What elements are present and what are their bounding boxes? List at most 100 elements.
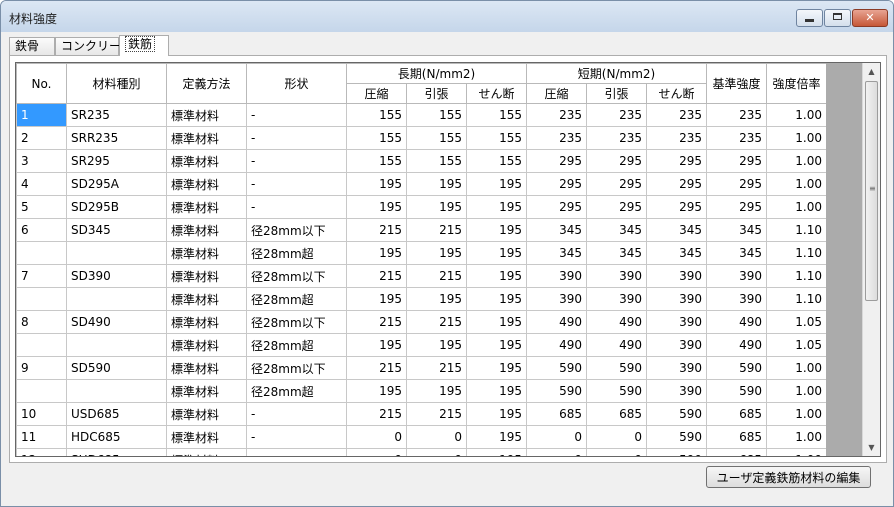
cell-short-shear[interactable]: 345 bbox=[646, 241, 707, 265]
cell-no[interactable]: 11 bbox=[16, 425, 67, 449]
cell-long-tension[interactable]: 215 bbox=[406, 310, 467, 334]
cell-no[interactable]: 10 bbox=[16, 402, 67, 426]
cell-long-compression[interactable]: 0 bbox=[346, 448, 407, 456]
cell-long-compression[interactable]: 195 bbox=[346, 241, 407, 265]
cell-short-shear[interactable]: 235 bbox=[646, 103, 707, 127]
cell-short-compression[interactable]: 0 bbox=[526, 425, 587, 449]
cell-short-tension[interactable]: 295 bbox=[586, 149, 647, 173]
cell-material[interactable] bbox=[66, 333, 167, 357]
cell-strength-ratio[interactable]: 1.10 bbox=[766, 241, 827, 265]
cell-no[interactable] bbox=[16, 333, 67, 357]
cell-shape[interactable]: - bbox=[246, 172, 347, 196]
cell-long-shear[interactable]: 195 bbox=[466, 264, 527, 288]
cell-long-tension[interactable]: 195 bbox=[406, 195, 467, 219]
header-short-compression[interactable]: 圧縮 bbox=[526, 83, 587, 104]
cell-no[interactable]: 9 bbox=[16, 356, 67, 380]
cell-short-tension[interactable]: 295 bbox=[586, 195, 647, 219]
cell-short-compression[interactable]: 590 bbox=[526, 356, 587, 380]
header-short-tension[interactable]: 引張 bbox=[586, 83, 647, 104]
cell-short-compression[interactable]: 295 bbox=[526, 149, 587, 173]
cell-long-shear[interactable]: 195 bbox=[466, 218, 527, 242]
cell-material[interactable]: SR295 bbox=[66, 149, 167, 173]
cell-base-strength[interactable]: 235 bbox=[706, 103, 767, 127]
close-button[interactable]: ✕ bbox=[852, 9, 888, 27]
cell-method[interactable]: 標準材料 bbox=[166, 310, 247, 334]
minimize-button[interactable] bbox=[796, 9, 823, 27]
cell-strength-ratio[interactable]: 1.00 bbox=[766, 149, 827, 173]
header-long-compression[interactable]: 圧縮 bbox=[346, 83, 407, 104]
cell-short-compression[interactable]: 590 bbox=[526, 379, 587, 403]
header-long-tension[interactable]: 引張 bbox=[406, 83, 467, 104]
cell-short-shear[interactable]: 590 bbox=[646, 448, 707, 456]
table-row[interactable]: 10 USD685 標準材料 -215 215 195 685 685 590 685 1.00 bbox=[16, 402, 827, 426]
cell-material[interactable]: SD590 bbox=[66, 356, 167, 380]
cell-shape[interactable]: 径28mm以下 bbox=[246, 264, 347, 288]
cell-long-shear[interactable]: 195 bbox=[466, 241, 527, 265]
header-short-shear[interactable]: せん断 bbox=[646, 83, 707, 104]
header-base-strength[interactable]: 基準強度 bbox=[706, 63, 767, 104]
cell-long-compression[interactable]: 155 bbox=[346, 149, 407, 173]
cell-long-tension[interactable]: 0 bbox=[406, 448, 467, 456]
vertical-scrollbar[interactable]: ▲ ≡ ▼ bbox=[862, 63, 880, 456]
cell-base-strength[interactable]: 490 bbox=[706, 310, 767, 334]
cell-short-compression[interactable]: 390 bbox=[526, 287, 587, 311]
cell-shape[interactable]: - bbox=[246, 195, 347, 219]
cell-short-tension[interactable]: 590 bbox=[586, 356, 647, 380]
cell-short-shear[interactable]: 390 bbox=[646, 287, 707, 311]
cell-short-compression[interactable]: 235 bbox=[526, 126, 587, 150]
cell-method[interactable]: 標準材料 bbox=[166, 356, 247, 380]
cell-short-compression[interactable]: 685 bbox=[526, 402, 587, 426]
cell-short-compression[interactable]: 345 bbox=[526, 218, 587, 242]
cell-shape[interactable]: 径28mm以下 bbox=[246, 356, 347, 380]
cell-short-shear[interactable]: 390 bbox=[646, 356, 707, 380]
cell-short-shear[interactable]: 235 bbox=[646, 126, 707, 150]
cell-shape[interactable]: 径28mm以下 bbox=[246, 310, 347, 334]
table-row[interactable]: 1 SR235 標準材料 -155 155 155 235 235 235 235 1.00 bbox=[16, 103, 827, 127]
cell-shape[interactable]: - bbox=[246, 103, 347, 127]
cell-short-compression[interactable]: 345 bbox=[526, 241, 587, 265]
cell-short-compression[interactable]: 295 bbox=[526, 195, 587, 219]
cell-base-strength[interactable]: 295 bbox=[706, 172, 767, 196]
cell-base-strength[interactable]: 685 bbox=[706, 448, 767, 456]
table-row[interactable]: 標準材料 径28mm超 195 195 195 490 490 390 490 1.05 bbox=[16, 333, 827, 357]
cell-long-tension[interactable]: 215 bbox=[406, 402, 467, 426]
cell-long-tension[interactable]: 215 bbox=[406, 218, 467, 242]
cell-shape[interactable]: 径28mm超 bbox=[246, 333, 347, 357]
cell-strength-ratio[interactable]: 1.05 bbox=[766, 333, 827, 357]
cell-no[interactable]: 5 bbox=[16, 195, 67, 219]
cell-material[interactable]: USD685 bbox=[66, 402, 167, 426]
cell-short-shear[interactable]: 295 bbox=[646, 172, 707, 196]
arrow-up-icon[interactable]: ▲ bbox=[863, 63, 880, 80]
cell-no[interactable] bbox=[16, 241, 67, 265]
cell-long-compression[interactable]: 195 bbox=[346, 172, 407, 196]
cell-method[interactable]: 標準材料 bbox=[166, 195, 247, 219]
cell-base-strength[interactable]: 685 bbox=[706, 425, 767, 449]
cell-short-tension[interactable]: 490 bbox=[586, 310, 647, 334]
cell-material[interactable] bbox=[66, 379, 167, 403]
cell-short-tension[interactable]: 345 bbox=[586, 218, 647, 242]
cell-short-compression[interactable]: 490 bbox=[526, 310, 587, 334]
cell-shape[interactable]: 径28mm超 bbox=[246, 241, 347, 265]
cell-long-shear[interactable]: 195 bbox=[466, 287, 527, 311]
cell-long-shear[interactable]: 155 bbox=[466, 103, 527, 127]
header-no[interactable]: No. bbox=[16, 63, 67, 104]
cell-short-shear[interactable]: 390 bbox=[646, 264, 707, 288]
cell-short-tension[interactable]: 390 bbox=[586, 264, 647, 288]
cell-strength-ratio[interactable]: 1.10 bbox=[766, 287, 827, 311]
cell-short-shear[interactable]: 590 bbox=[646, 402, 707, 426]
cell-short-compression[interactable]: 0 bbox=[526, 448, 587, 456]
cell-long-tension[interactable]: 0 bbox=[406, 425, 467, 449]
cell-no[interactable] bbox=[16, 287, 67, 311]
tab-concrete[interactable]: コンクリート bbox=[55, 37, 133, 55]
cell-strength-ratio[interactable]: 1.00 bbox=[766, 448, 827, 456]
cell-strength-ratio[interactable]: 1.10 bbox=[766, 218, 827, 242]
cell-no[interactable]: 3 bbox=[16, 149, 67, 173]
table-row[interactable]: 5 SD295B 標準材料 -195 195 195 295 295 295 295 1.00 bbox=[16, 195, 827, 219]
cell-long-tension[interactable]: 195 bbox=[406, 241, 467, 265]
cell-strength-ratio[interactable]: 1.00 bbox=[766, 126, 827, 150]
cell-short-tension[interactable]: 0 bbox=[586, 425, 647, 449]
cell-no[interactable] bbox=[16, 379, 67, 403]
tab-steel[interactable]: 鉄骨 bbox=[9, 37, 55, 55]
table-row[interactable]: 8 SD490 標準材料 径28mm以下 215 215 195 490 490 390 490 1.… bbox=[16, 310, 827, 334]
cell-short-tension[interactable]: 590 bbox=[586, 379, 647, 403]
